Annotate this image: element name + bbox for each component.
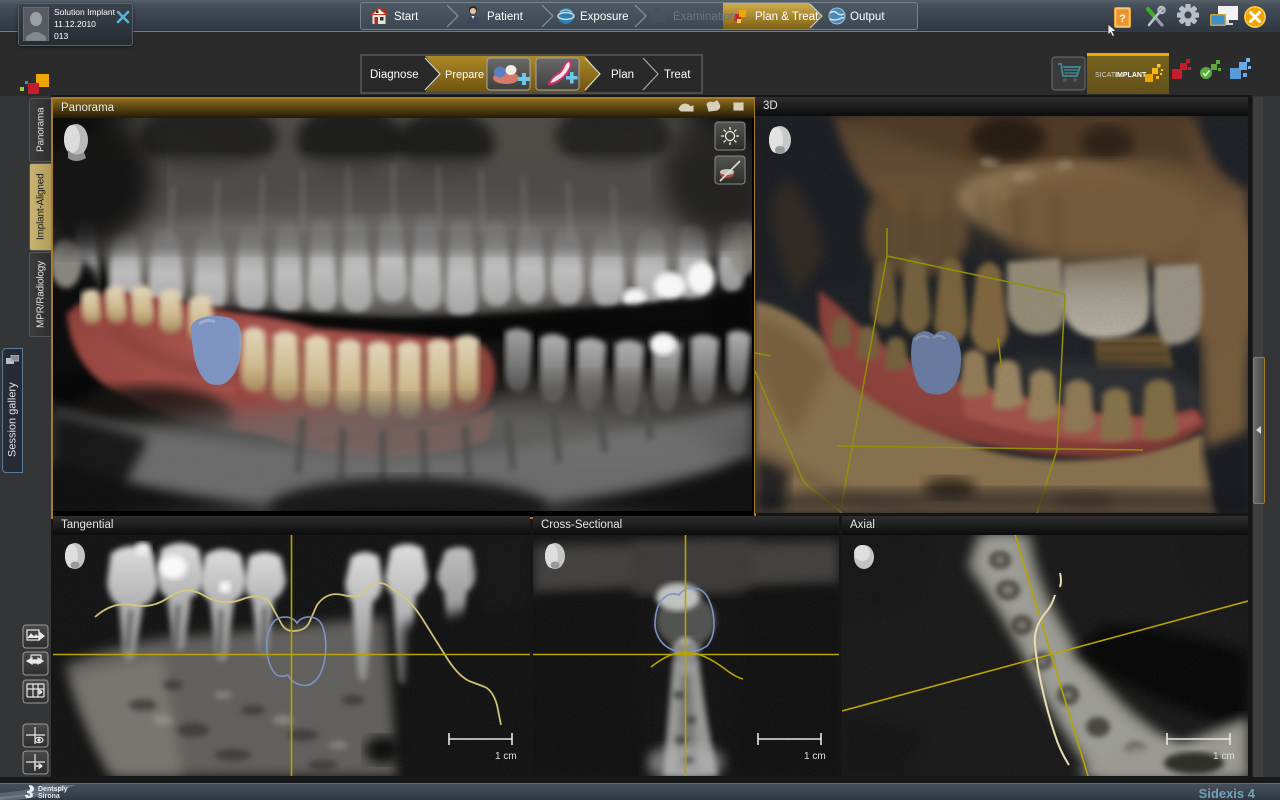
svg-text:Prepare: Prepare: [445, 69, 484, 81]
svg-text:Start: Start: [394, 11, 419, 23]
svg-text:Exposure: Exposure: [580, 11, 629, 23]
svg-text:Diagnose: Diagnose: [370, 69, 419, 81]
svg-text:Patient: Patient: [487, 11, 524, 23]
svg-text:1 cm: 1 cm: [804, 751, 826, 762]
svg-text:?: ?: [1119, 13, 1126, 25]
svg-text:Dentsply: Dentsply: [38, 786, 68, 793]
svg-text:1 cm: 1 cm: [1213, 751, 1235, 762]
svg-text:1 cm: 1 cm: [495, 751, 517, 762]
svg-text:Treat: Treat: [664, 69, 691, 81]
svg-text:Plan: Plan: [611, 69, 634, 81]
svg-text:Examination: Examination: [673, 11, 736, 23]
svg-text:Plan & Treat: Plan & Treat: [755, 11, 819, 23]
svg-text:Sirona: Sirona: [38, 793, 60, 800]
svg-text:Output: Output: [850, 11, 885, 23]
